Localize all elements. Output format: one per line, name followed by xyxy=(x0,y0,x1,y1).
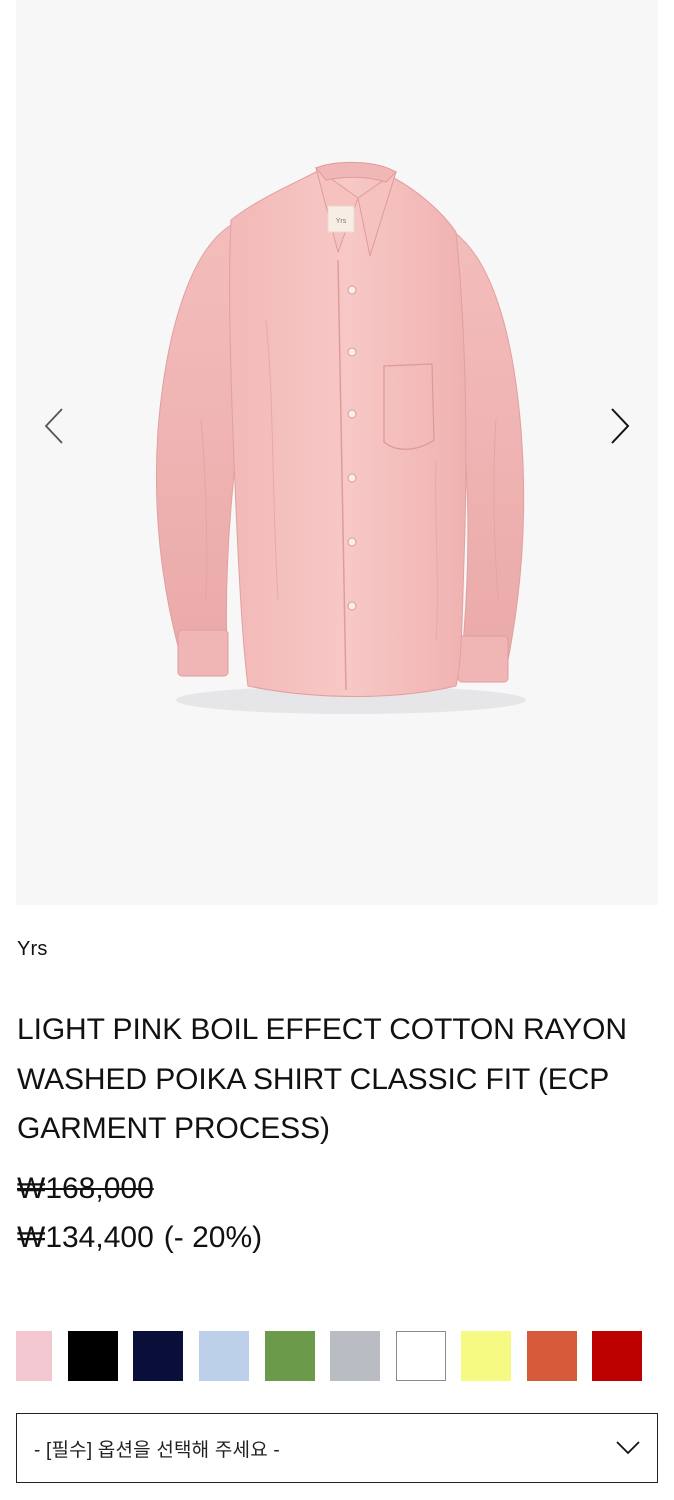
color-swatch[interactable] xyxy=(68,1331,118,1381)
color-swatch[interactable] xyxy=(396,1331,446,1381)
chevron-left-icon xyxy=(44,408,63,444)
discount-rate: (- 20%) xyxy=(163,1221,263,1254)
color-swatch[interactable] xyxy=(265,1331,315,1381)
color-swatch[interactable] xyxy=(199,1331,249,1381)
color-swatches xyxy=(0,1331,674,1381)
sale-price-row: ₩134,400 (- 20%) xyxy=(17,1221,262,1255)
gallery-prev-button[interactable] xyxy=(32,402,76,450)
option-select-placeholder: - [필수] 옵션을 선택해 주세요 - xyxy=(34,1439,280,1461)
product-image-gallery[interactable]: Yrs xyxy=(16,0,658,905)
gallery-next-button[interactable] xyxy=(598,402,642,450)
product-page: Yrs Yrs LIGHT PINK BOIL EFFECT COTTON RA… xyxy=(0,0,674,1500)
sale-price: ₩134,400 xyxy=(17,1221,154,1254)
product-title: LIGHT PINK BOIL EFFECT COTTON RAYON WASH… xyxy=(17,1013,627,1145)
color-swatch[interactable] xyxy=(527,1331,577,1381)
product-image: Yrs xyxy=(155,161,526,714)
chevron-right-icon xyxy=(611,408,630,444)
original-price: ₩168,000 xyxy=(17,1172,154,1205)
option-select[interactable]: - [필수] 옵션을 선택해 주세요 - xyxy=(16,1413,658,1483)
brand-name[interactable]: Yrs xyxy=(17,938,48,961)
color-swatch[interactable] xyxy=(461,1331,511,1381)
color-swatch[interactable] xyxy=(330,1331,380,1381)
color-swatch[interactable] xyxy=(133,1331,183,1381)
color-swatch[interactable] xyxy=(16,1331,52,1381)
svg-text:Yrs: Yrs xyxy=(336,218,347,225)
chevron-down-icon xyxy=(616,1441,640,1455)
color-swatch[interactable] xyxy=(592,1331,642,1381)
